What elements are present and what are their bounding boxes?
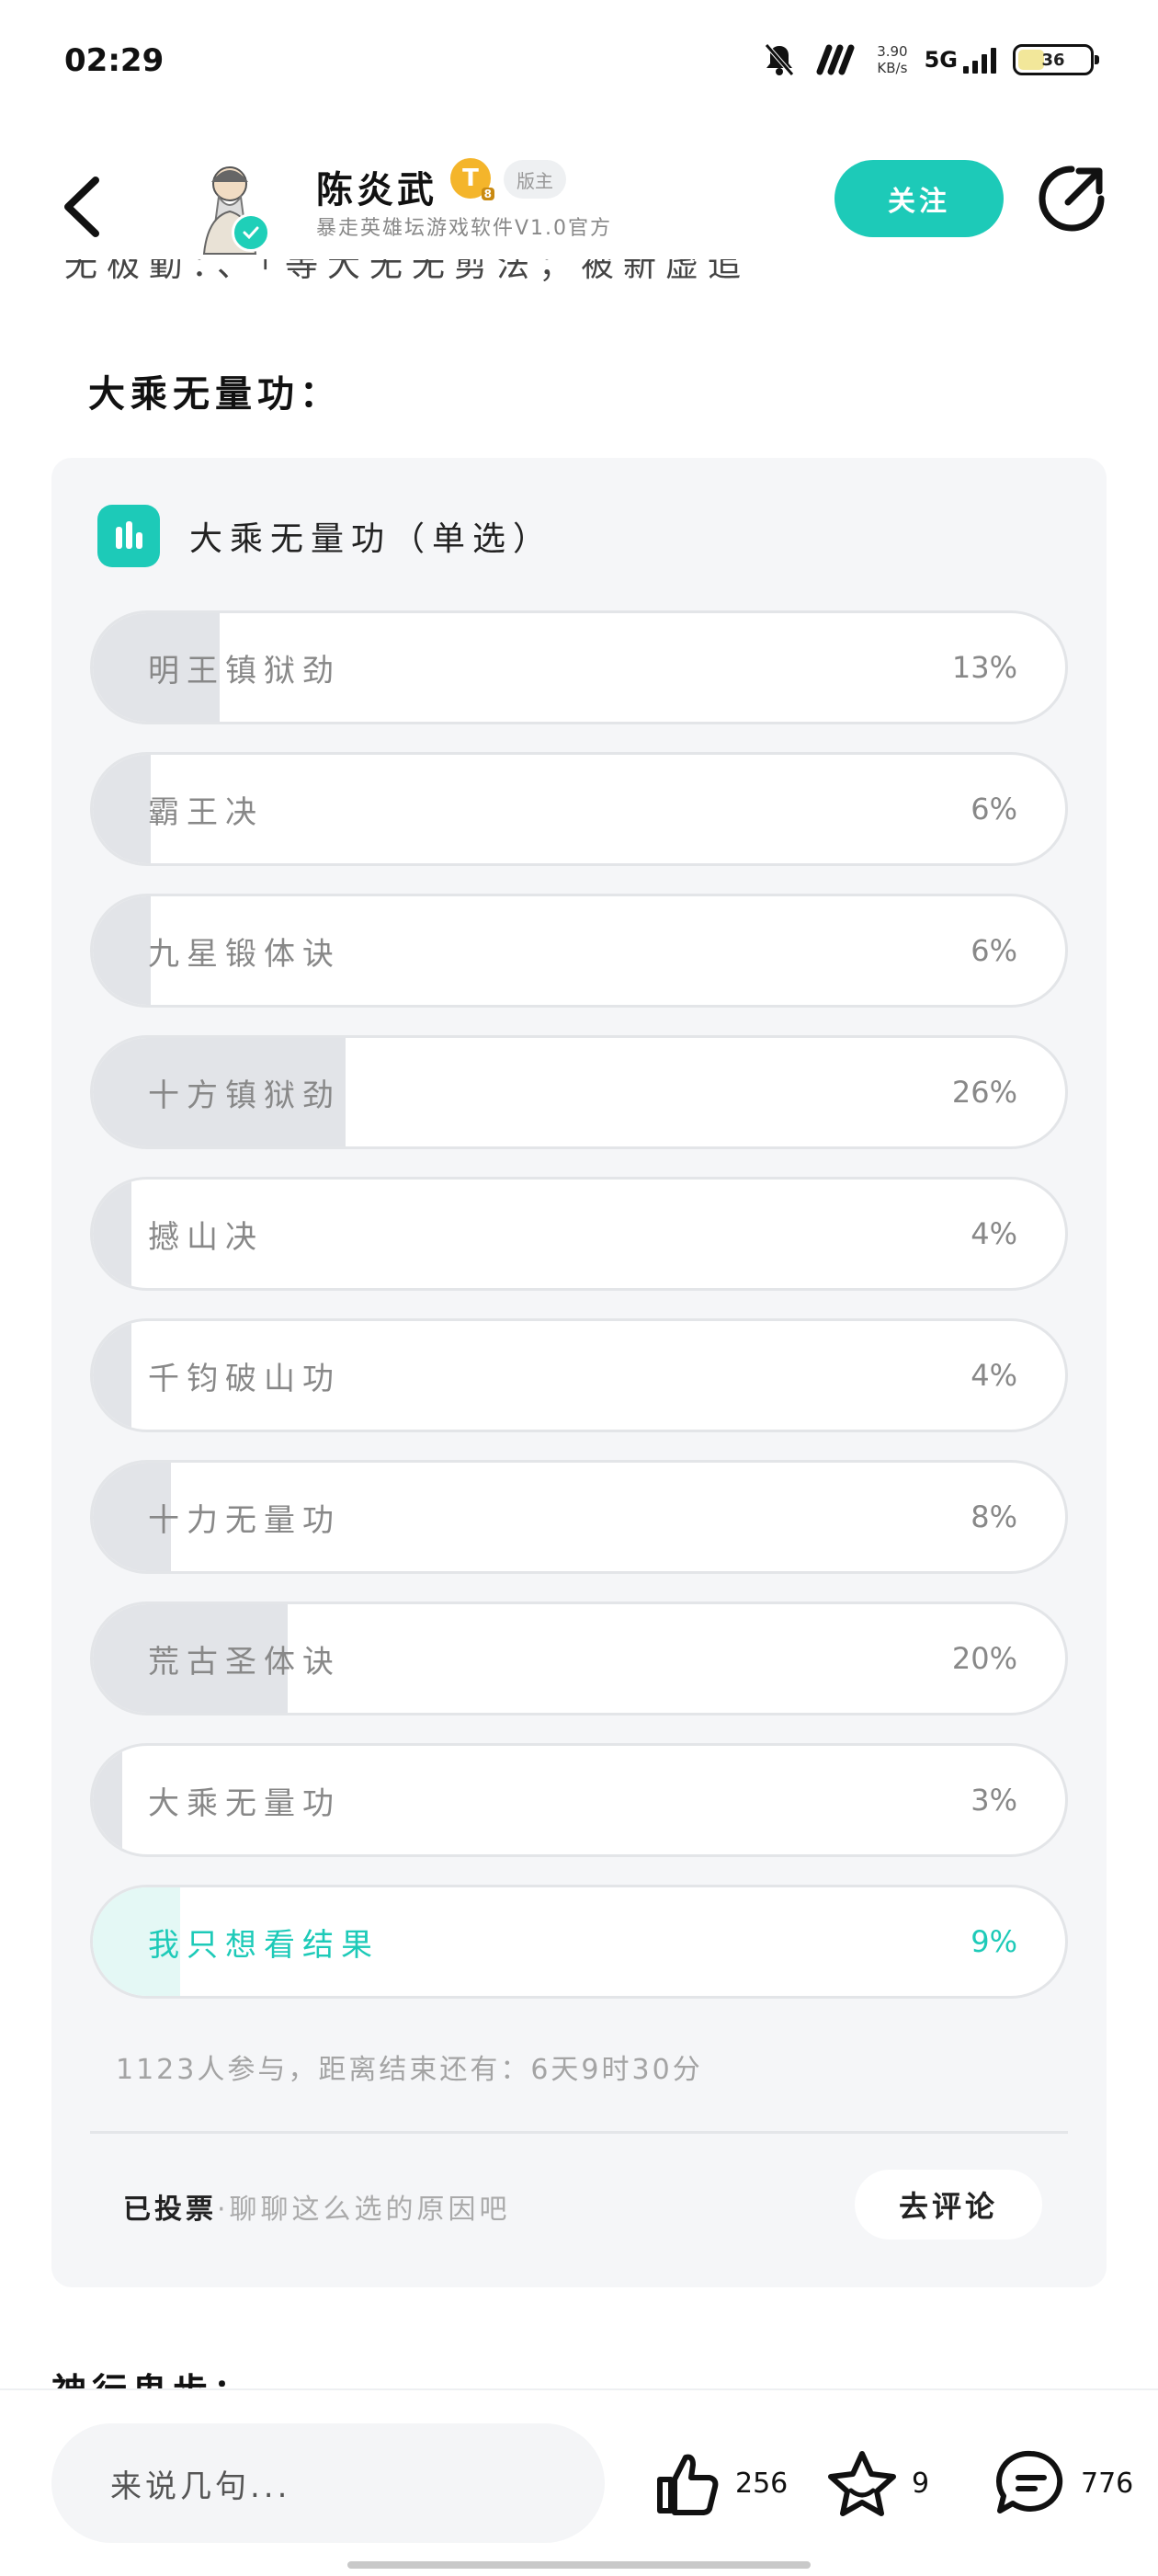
poll-option-label: 明王镇狱劲 <box>148 652 341 690</box>
poll-option-percent: 4% <box>971 1216 1017 1251</box>
poll-options: 明王镇狱劲 13% 霸王决 6% 九星锻体诀 6% 十方镇狱劲 26% 撼山决 4% 千钧… <box>90 610 1068 2026</box>
net-speed-unit: KB/s <box>877 60 908 76</box>
poll-option-label: 撼山决 <box>148 1218 264 1256</box>
verified-badge <box>232 213 270 252</box>
poll-option-bar <box>93 896 151 1005</box>
poll-title: 大乘无量功（单选） <box>189 520 554 558</box>
voted-status: 已投票·聊聊这么选的原因吧 <box>123 2186 511 2227</box>
poll-option-label: 大乘无量功 <box>148 1784 341 1822</box>
poll-option-label: 我只想看结果 <box>148 1926 380 1964</box>
poll-option-label: 千钧破山功 <box>148 1360 341 1397</box>
bottom-action-bar: 来说几句... 256 9 776 <box>0 2388 1158 2576</box>
signal-icon: 5G <box>925 46 996 74</box>
level-badge: T 8 <box>450 158 494 200</box>
poll-option[interactable]: 千钧破山功 4% <box>90 1318 1068 1432</box>
bell-muted-icon <box>761 41 798 78</box>
voted-prompt: ·聊聊这么选的原因吧 <box>217 2194 511 2226</box>
poll-option-bar <box>93 1746 122 1854</box>
section-title: 大乘无量功： <box>88 373 342 416</box>
favorite-button[interactable]: 9 <box>825 2442 929 2525</box>
comment-count: 776 <box>1081 2467 1134 2500</box>
star-icon <box>828 2451 896 2516</box>
chat-bubble-icon <box>995 2450 1063 2513</box>
poll-option[interactable]: 霸王决 6% <box>90 752 1068 866</box>
share-button[interactable] <box>1035 162 1108 235</box>
chevron-left-icon <box>64 177 99 237</box>
divider <box>90 2131 1068 2134</box>
bar-chart-icon <box>97 505 160 567</box>
poll-header: 大乘无量功（单选） <box>97 504 553 568</box>
poll-option[interactable]: 大乘无量功 3% <box>90 1743 1068 1857</box>
poll-option-percent: 20% <box>951 1641 1017 1676</box>
status-bar: 02:29 3.90 KB/s 5G 36 <box>0 0 1158 120</box>
poll-option[interactable]: 明王镇狱劲 13% <box>90 610 1068 724</box>
poll-option-label: 九星锻体诀 <box>148 935 341 973</box>
author-name[interactable]: 陈炎武 <box>316 160 437 213</box>
post-header: 陈炎武 T 8 版主 暴走英雄坛游戏软件V1.0官方 关注 <box>0 138 1158 276</box>
poll-option[interactable]: 十力无量功 8% <box>90 1460 1068 1574</box>
poll-option-selected[interactable]: 我只想看结果 9% <box>90 1885 1068 1999</box>
net-speed: 3.90 KB/s <box>877 43 907 76</box>
poll-option-bar <box>93 1180 131 1288</box>
next-section-title: 神行鬼步： <box>51 2363 254 2390</box>
poll-option[interactable]: 九星锻体诀 6% <box>90 894 1068 1008</box>
poll-option-label: 十方镇狱劲 <box>148 1077 341 1114</box>
network-type: 5G <box>924 47 958 73</box>
back-button[interactable] <box>55 165 110 248</box>
poll-option-percent: 6% <box>971 792 1017 826</box>
level-number: 8 <box>481 188 494 200</box>
status-icons: 3.90 KB/s 5G 36 <box>761 37 1099 83</box>
home-indicator[interactable] <box>347 2561 811 2569</box>
net-speed-value: 3.90 <box>877 43 908 60</box>
poll-option-bar <box>93 755 151 863</box>
poll-option-percent: 4% <box>971 1358 1017 1393</box>
poll-option-percent: 3% <box>971 1783 1017 1818</box>
thumbs-up-icon <box>657 2454 719 2515</box>
poll-option-percent: 13% <box>951 650 1017 685</box>
poll-option-bar <box>93 1321 131 1430</box>
poll-option-percent: 8% <box>971 1499 1017 1534</box>
author-subtitle: 暴走英雄坛游戏软件V1.0官方 <box>316 217 613 240</box>
like-button[interactable]: 256 <box>653 2442 788 2525</box>
follow-button[interactable]: 关注 <box>834 160 1004 237</box>
go-comment-button[interactable]: 去评论 <box>855 2170 1042 2240</box>
vibrate-icon <box>814 44 860 75</box>
favorite-count: 9 <box>912 2467 930 2500</box>
like-count: 256 <box>735 2467 789 2500</box>
poll-stats: 1123人参与，距离结束还有：6天9时30分 <box>116 2054 703 2086</box>
poll-option-percent: 6% <box>971 933 1017 968</box>
status-time: 02:29 <box>64 42 165 79</box>
poll-option-label: 霸王决 <box>148 793 264 831</box>
level-letter: T <box>462 165 479 192</box>
poll-option-label: 荒古圣体诀 <box>148 1643 341 1681</box>
poll-option-label: 十力无量功 <box>148 1501 341 1539</box>
comments-button[interactable]: 776 <box>994 2442 1133 2525</box>
voted-label: 已投票 <box>123 2194 217 2226</box>
share-arrow-icon <box>1039 165 1105 232</box>
check-icon <box>243 226 259 240</box>
poll-option-percent: 9% <box>971 1924 1017 1959</box>
battery-icon: 36 <box>1013 44 1099 75</box>
truncated-article-text: 无极勤：、「等大无无剪法；被新虚追 <box>64 259 751 281</box>
poll-option[interactable]: 十方镇狱劲 26% <box>90 1035 1068 1149</box>
poll-option[interactable]: 撼山决 4% <box>90 1177 1068 1291</box>
comment-input[interactable]: 来说几句... <box>51 2423 605 2543</box>
role-tag: 版主 <box>504 160 566 199</box>
battery-level: 36 <box>1041 50 1065 70</box>
poll-card: 大乘无量功（单选） 明王镇狱劲 13% 霸王决 6% 九星锻体诀 6% 十方镇狱劲 26… <box>51 458 1107 2287</box>
poll-option-percent: 26% <box>951 1075 1017 1110</box>
poll-option[interactable]: 荒古圣体诀 20% <box>90 1601 1068 1715</box>
